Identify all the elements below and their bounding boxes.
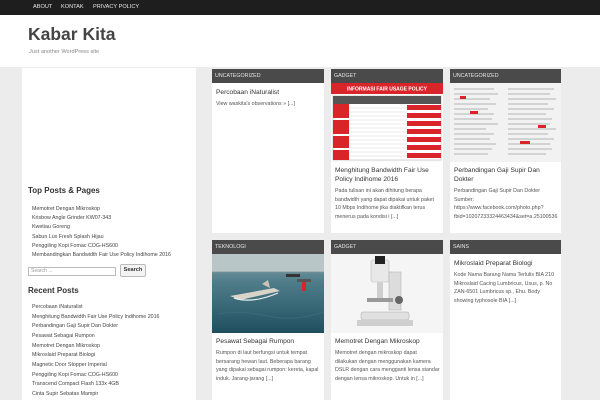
nav-kontak[interactable]: KONTAK — [61, 0, 84, 15]
top-post-link[interactable]: Sabun Lux Fresh Splash Hijau — [32, 234, 104, 240]
post-excerpt: View waskita's observations » [...] — [216, 101, 295, 107]
post-category[interactable]: UNCATEGORIZED — [450, 69, 561, 83]
top-post-link[interactable]: Kwetiau Goreng — [32, 224, 70, 230]
top-post-link[interactable]: Membandingkan Bandwidth Fair Use Policy … — [32, 252, 171, 258]
recent-post-link[interactable]: Magnetic Door Stopper Imperial — [32, 362, 107, 368]
site-tagline: Just another WordPress site — [29, 49, 100, 55]
site-header: Kabar Kita Just another WordPress site — [0, 15, 600, 67]
post-title[interactable]: Mikroslaid Preparat Biologi — [454, 259, 557, 268]
post-excerpt: Pada tulisan ini akan dihitung berapa ba… — [335, 188, 434, 220]
recent-post-link[interactable]: Perbandingan Gaji Supir Dan Dokter — [32, 323, 118, 329]
fup-table-thumbnail[interactable]: INFORMASI FAIR USAGE POLICY — [331, 83, 443, 162]
post-category[interactable]: SAINS — [450, 240, 561, 254]
post-title[interactable]: Percobaan iNaturalist — [216, 88, 320, 97]
post-card: GADGET INFORMASI FAIR USAGE POLICY Mengh… — [331, 69, 443, 233]
site-title[interactable]: Kabar Kita — [28, 24, 116, 45]
sidebar: Top Posts & Pages Memotret Dengan Mikros… — [22, 68, 196, 400]
top-post-link[interactable]: Krisbow Angle Grinder KW07-343 — [32, 215, 111, 221]
post-title[interactable]: Menghitung Bandwidth Fair Use Policy Ind… — [335, 166, 439, 184]
microscope-thumbnail[interactable] — [331, 254, 443, 333]
microscope-image — [331, 254, 443, 333]
post-card: UNCATEGORIZED Perbandingan Gaji Supir Da… — [450, 69, 561, 233]
post-card: UNCATEGORIZED Percobaan iNaturalist View… — [212, 69, 324, 233]
post-title[interactable]: Memotret Dengan Mikroskop — [335, 337, 439, 346]
nav-about[interactable]: ABOUT — [33, 0, 52, 15]
post-card: TEKNOLOGI Pesawat Sebagai Rumpon Rumpon … — [212, 240, 324, 400]
search-button[interactable]: Search — [120, 264, 146, 277]
recent-post-link[interactable]: Penggiling Kopi Fomac COG-HS600 — [32, 372, 118, 378]
post-category[interactable]: TEKNOLOGI — [212, 240, 324, 254]
top-nav-bar: ABOUT KONTAK PRIVACY POLICY — [0, 0, 600, 15]
post-excerpt: Rumpon di laut berfungsi untuk tempat be… — [216, 350, 319, 382]
recent-post-link[interactable]: Menghitung Bandwidth Fair Use Policy Ind… — [32, 314, 160, 320]
post-category[interactable]: GADGET — [331, 69, 443, 83]
recent-post-link[interactable]: Memotret Dengan Mikroskop — [32, 343, 100, 349]
post-excerpt: Kode Nama Barang Nama Terlulis BIA 210 M… — [454, 272, 555, 304]
post-excerpt: Perbandingan Gaji Supir Dan Dokter Sumbe… — [454, 188, 558, 220]
top-post-link[interactable]: Memotret Dengan Mikroskop — [32, 206, 100, 212]
recent-post-link[interactable]: Percobaan iNaturalist — [32, 304, 83, 310]
post-title[interactable]: Perbandingan Gaji Supir Dan Dokter — [454, 166, 557, 184]
post-card: SAINS Mikroslaid Preparat Biologi Kode N… — [450, 240, 561, 400]
post-excerpt: Memotret dengan mikroskop dapat dilakuka… — [335, 350, 440, 382]
nav-privacy-policy[interactable]: PRIVACY POLICY — [93, 0, 139, 15]
post-category[interactable]: GADGET — [331, 240, 443, 254]
fup-table-image: INFORMASI FAIR USAGE POLICY — [331, 83, 443, 161]
top-post-link[interactable]: Penggiling Kopi Fomac COG-HS600 — [32, 243, 118, 249]
search-input[interactable]: Search ... — [28, 267, 116, 276]
ocean-aircraft-thumbnail[interactable] — [212, 254, 324, 333]
recent-post-link[interactable]: Pesawat Sebagai Rumpon — [32, 333, 95, 339]
top-posts-heading: Top Posts & Pages — [28, 186, 100, 195]
post-category[interactable]: UNCATEGORIZED — [212, 69, 324, 83]
fup-heading: INFORMASI FAIR USAGE POLICY — [347, 87, 428, 93]
recent-post-link[interactable]: Transcend Compact Flash 133x 4GB — [32, 381, 119, 387]
salary-comparison-thumbnail[interactable] — [450, 83, 561, 162]
post-card: GADGET Memotret Dengan Mikroskop Memotre… — [331, 240, 443, 400]
recent-post-link[interactable]: Mikroslaid Preparat Biologi — [32, 352, 95, 358]
post-title[interactable]: Pesawat Sebagai Rumpon — [216, 337, 320, 346]
salary-image — [454, 88, 556, 155]
recent-posts-heading: Recent Posts — [28, 286, 79, 295]
ocean-image — [212, 254, 324, 333]
recent-post-link[interactable]: Cinta Supir Sebatas Mampir — [32, 391, 98, 397]
